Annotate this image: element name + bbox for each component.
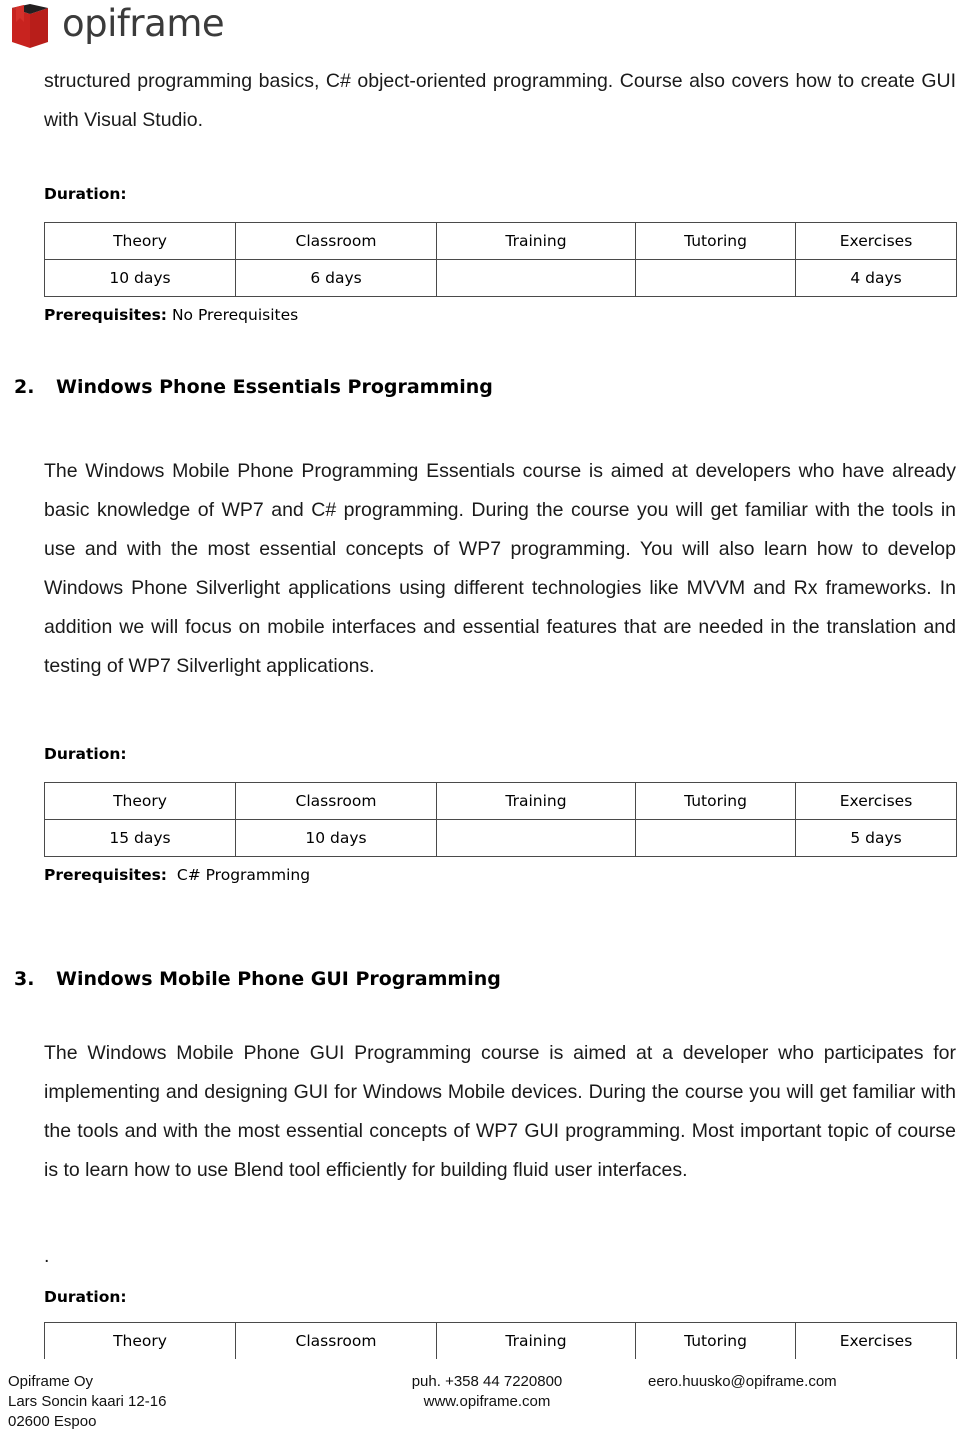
table-cell-training	[436, 259, 636, 297]
table-row-values: 15 days 10 days 5 days	[44, 819, 957, 857]
table-row-headers: Theory Classroom Training Tutoring Exerc…	[44, 222, 957, 260]
table-cell-classroom: 10 days	[235, 819, 437, 857]
table-cell-theory: 10 days	[44, 259, 236, 297]
section-title-3: Windows Mobile Phone GUI Programming	[56, 968, 501, 990]
duration-label-3: Duration:	[44, 1288, 127, 1306]
section-body-3: The Windows Mobile Phone GUI Programming…	[44, 1042, 956, 1181]
table-header-tutoring: Tutoring	[635, 782, 796, 820]
brand-logo: opiframe	[8, 2, 225, 50]
table-cell-training	[436, 819, 636, 857]
section-heading-2: 2. Windows Phone Essentials Programming	[14, 376, 956, 398]
section-number-3: 3.	[14, 968, 35, 990]
table-cell-tutoring	[635, 259, 796, 297]
duration-label-1: Duration:	[44, 185, 127, 203]
footer-phone: puh. +358 44 7220800	[411, 1373, 563, 1390]
duration-label-2: Duration:	[44, 745, 127, 763]
duration-table-2: Theory Classroom Training Tutoring Exerc…	[44, 782, 957, 857]
table-header-classroom: Classroom	[235, 782, 437, 820]
table-header-tutoring: Tutoring	[635, 1322, 796, 1359]
table-header-classroom: Classroom	[235, 1322, 437, 1359]
table-row-values: 10 days 6 days 4 days	[44, 259, 957, 297]
page-footer: Opiframe Oy Lars Soncin kaari 12-16 0260…	[0, 1372, 960, 1432]
table-header-exercises: Exercises	[795, 782, 957, 820]
duration-table-1: Theory Classroom Training Tutoring Exerc…	[44, 222, 957, 297]
section-body-2: The Windows Mobile Phone Programming Ess…	[44, 460, 956, 677]
footer-postal: 02600 Espoo	[8, 1413, 97, 1430]
footer-company: Opiframe Oy	[8, 1373, 94, 1390]
table-cell-theory: 15 days	[44, 819, 236, 857]
table-row-headers: Theory Classroom Training Tutoring Exerc…	[44, 782, 957, 820]
footer-email-link[interactable]: eero.huusko@opiframe.com	[648, 1372, 837, 1392]
prerequisites-label-2: Prerequisites:	[44, 866, 168, 884]
section-heading-3: 3. Windows Mobile Phone GUI Programming	[14, 968, 956, 990]
table-row-headers: Theory Classroom Training Tutoring Exerc…	[44, 1322, 957, 1359]
table-header-theory: Theory	[44, 222, 236, 260]
footer-website-link[interactable]: www.opiframe.com	[372, 1392, 602, 1412]
trailing-period-3: .	[44, 1245, 50, 1267]
section-title-2: Windows Phone Essentials Programming	[56, 376, 493, 398]
intro-continued-paragraph: structured programming basics, C# object…	[44, 70, 956, 131]
footer-address-block: Opiframe Oy Lars Soncin kaari 12-16 0260…	[8, 1372, 166, 1432]
open-book-icon	[8, 2, 52, 50]
prerequisites-label-1: Prerequisites:	[44, 306, 168, 324]
table-header-theory: Theory	[44, 782, 236, 820]
prerequisites-value-1: No Prerequisites	[171, 306, 299, 324]
duration-table-3: Theory Classroom Training Tutoring Exerc…	[44, 1322, 957, 1359]
table-header-classroom: Classroom	[235, 222, 437, 260]
footer-street: Lars Soncin kaari 12-16	[8, 1393, 167, 1410]
footer-email-block: eero.huusko@opiframe.com	[648, 1372, 837, 1392]
table-header-tutoring: Tutoring	[635, 222, 796, 260]
footer-contact-block: puh. +358 44 7220800 www.opiframe.com	[372, 1372, 602, 1412]
page-header: opiframe	[0, 0, 960, 58]
table-cell-exercises: 4 days	[795, 259, 957, 297]
section-number-2: 2.	[14, 376, 35, 398]
brand-wordmark: opiframe	[62, 2, 225, 45]
table-cell-classroom: 6 days	[235, 259, 437, 297]
prerequisites-value-2: C# Programming	[176, 866, 311, 884]
table-cell-exercises: 5 days	[795, 819, 957, 857]
table-header-training: Training	[436, 782, 636, 820]
table-header-exercises: Exercises	[795, 1322, 957, 1359]
table-header-exercises: Exercises	[795, 222, 957, 260]
table-header-training: Training	[436, 222, 636, 260]
table-header-theory: Theory	[44, 1322, 236, 1359]
table-cell-tutoring	[635, 819, 796, 857]
table-header-training: Training	[436, 1322, 636, 1359]
